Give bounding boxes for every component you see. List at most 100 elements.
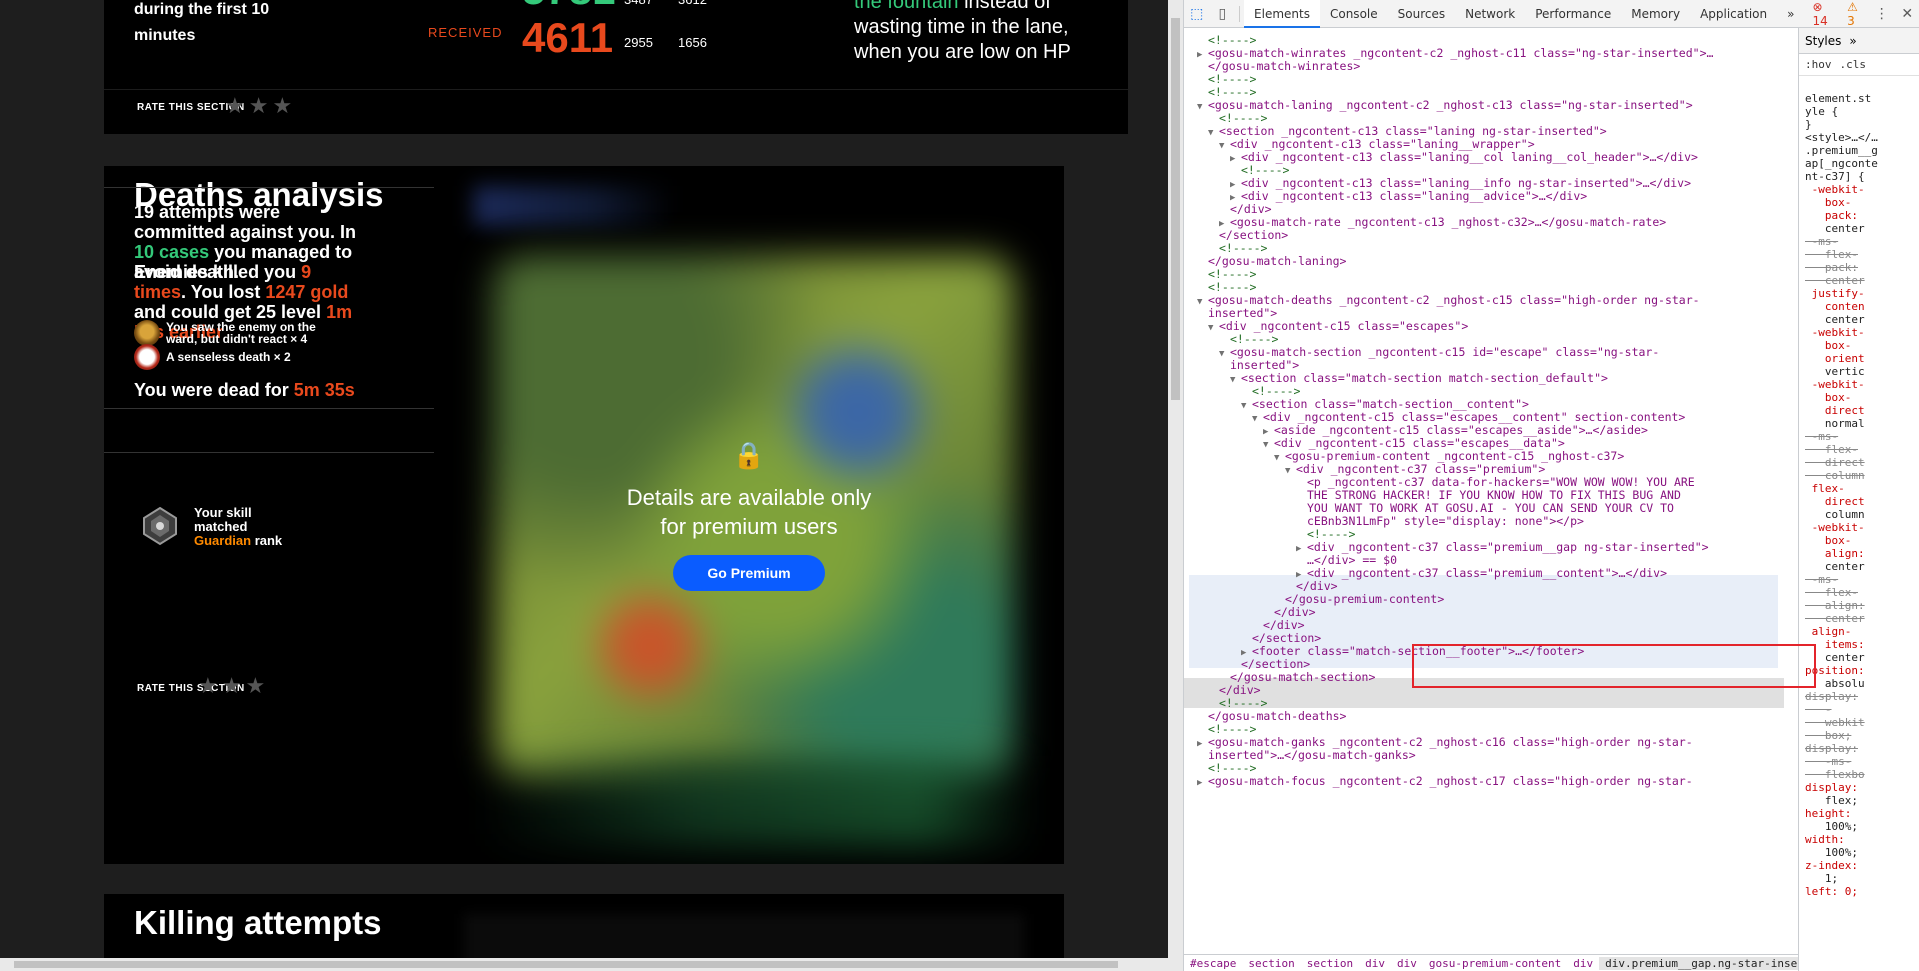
style-rule-line: box-: [1805, 534, 1852, 547]
rating-stars[interactable]: ★ ★ ★: [225, 95, 292, 117]
breadcrumb-item[interactable]: div: [1567, 957, 1599, 970]
tab-memory[interactable]: Memory: [1621, 0, 1690, 28]
laning-left-text: during the first 10 minutes: [134, 0, 269, 48]
breadcrumb-item[interactable]: div: [1391, 957, 1423, 970]
star-icon[interactable]: ★: [198, 675, 218, 697]
star-icon[interactable]: ★: [225, 95, 245, 117]
devtools-toolbar: ⬚ ▯ Elements Console Sources Network Perform…: [1184, 0, 1919, 28]
tab-styles[interactable]: Styles: [1805, 34, 1841, 48]
style-rule-line: -ms-: [1805, 755, 1852, 768]
styles-more-button[interactable]: »: [1849, 34, 1856, 48]
go-premium-button[interactable]: Go Premium: [673, 554, 825, 591]
tab-network[interactable]: Network: [1455, 0, 1525, 28]
expanded-triangle-icon[interactable]: ▼: [1263, 437, 1274, 453]
breadcrumb-item[interactable]: #escape: [1184, 957, 1242, 970]
cls-toggle[interactable]: .cls: [1840, 58, 1867, 71]
close-icon[interactable]: ✕: [1894, 0, 1919, 28]
text: rank: [251, 533, 283, 548]
tab-elements[interactable]: Elements: [1244, 0, 1320, 28]
highlight: 1247 gold: [265, 282, 349, 302]
settings-gear-icon[interactable]: ⋮: [1869, 0, 1895, 28]
text: . You lost: [181, 282, 266, 302]
collapsed-triangle-icon[interactable]: ▶: [1197, 775, 1208, 791]
expanded-triangle-icon[interactable]: ▼: [1208, 125, 1219, 141]
style-rule-line: orient: [1805, 352, 1865, 365]
elements-tree: <!----> ▶ <gosu-match-winrates _ngcontent-…: [1184, 28, 1784, 954]
received-label: RECEIVED: [428, 25, 503, 40]
inspect-element-icon[interactable]: ⬚: [1184, 0, 1210, 28]
reason-ward: You saw the enemy on the ward, but didn'…: [134, 320, 344, 346]
style-rule-line: -ms-: [1805, 430, 1839, 443]
tab-sources[interactable]: Sources: [1388, 0, 1455, 28]
dom-node-line[interactable]: ▶ <div _ngcontent-c13 class="laning__advi…: [1230, 188, 1587, 204]
star-icon[interactable]: ★: [272, 95, 292, 117]
style-rule-line: 1;: [1805, 872, 1839, 885]
expanded-triangle-icon[interactable]: ▼: [1208, 320, 1219, 336]
style-rule-line: 100%;: [1805, 846, 1858, 859]
scroll-thumb[interactable]: [1171, 18, 1180, 400]
style-rule-line: vertic: [1805, 365, 1865, 378]
hov-toggle[interactable]: :hov: [1805, 58, 1832, 71]
style-rule-line: width:: [1805, 833, 1845, 846]
premium-blurred-area: 🔒 Details are available only for premium…: [434, 166, 1064, 864]
style-rule-line: yle {: [1805, 105, 1839, 118]
breadcrumb-item[interactable]: gosu-premium-content: [1423, 957, 1567, 970]
page-horizontal-scrollbar[interactable]: [0, 958, 1183, 971]
web-page: during the first 10 minutes 5781 RECEIVE…: [0, 0, 1168, 958]
style-rule-line: center: [1805, 274, 1865, 287]
style-rule-line: direct: [1805, 495, 1865, 508]
more-tabs-button[interactable]: »: [1777, 0, 1804, 28]
lock-icon: 🔒: [732, 439, 766, 470]
breadcrumb-item[interactable]: section: [1242, 957, 1300, 970]
star-icon[interactable]: ★: [249, 95, 269, 117]
blurred-content: [464, 914, 1024, 958]
expanded-triangle-icon[interactable]: ▼: [1241, 398, 1252, 414]
device-toolbar-icon[interactable]: ▯: [1210, 0, 1236, 28]
advice-highlight: the fountain: [854, 0, 959, 13]
tab-application[interactable]: Application: [1690, 0, 1777, 28]
dom-node-text: <gosu-match-deaths _ngcontent-c2 _nghost…: [1208, 293, 1700, 307]
dom-node-text: <div _ngcontent-c37 class="premium__cont…: [1307, 566, 1668, 580]
expanded-triangle-icon[interactable]: ▼: [1230, 372, 1241, 388]
breadcrumb-item[interactable]: div: [1359, 957, 1391, 970]
style-rule-line: direct: [1805, 456, 1865, 469]
error-count[interactable]: ⊗ 14: [1812, 0, 1841, 28]
star-icon[interactable]: ★: [222, 675, 242, 697]
styles-tabs: Styles »: [1799, 28, 1919, 54]
tab-console[interactable]: Console: [1320, 0, 1388, 28]
style-rule-line: center: [1805, 222, 1865, 235]
stat-bottom-1: 2955: [624, 35, 653, 50]
style-rule-line: left: 0;: [1805, 885, 1858, 898]
dom-node-line[interactable]: ▶ <div _ngcontent-c13 class="laning__col …: [1230, 149, 1698, 165]
rating-stars[interactable]: ★ ★ ★: [198, 675, 265, 697]
style-rule-line: }: [1805, 118, 1812, 131]
expanded-triangle-icon[interactable]: ▼: [1197, 99, 1208, 115]
style-rule-line: box-: [1805, 391, 1852, 404]
expanded-triangle-icon[interactable]: ▼: [1252, 411, 1263, 427]
page-vertical-scrollbar[interactable]: [1168, 0, 1183, 958]
breadcrumb-item[interactable]: section: [1301, 957, 1359, 970]
warning-count-value: 3: [1847, 13, 1855, 28]
breadcrumb-item[interactable]: div.premium__gap.ng-star-inserted: [1599, 956, 1798, 970]
style-rule-line: center: [1805, 560, 1865, 573]
breadcrumb: #escape section section div div gosu-premium-…: [1184, 954, 1798, 971]
tab-performance[interactable]: Performance: [1525, 0, 1621, 28]
expanded-triangle-icon[interactable]: ▼: [1219, 138, 1230, 154]
warning-count[interactable]: ⚠ 3: [1847, 0, 1869, 28]
scroll-thumb[interactable]: [14, 961, 1118, 968]
style-rule-line: display:: [1805, 781, 1858, 794]
dom-node-line[interactable]: ▶ <div _ngcontent-c37 class="premium__con…: [1296, 565, 1667, 581]
style-rule-line: flex-: [1805, 482, 1845, 495]
style-rule-line: flex-: [1805, 443, 1858, 456]
skull-icon: [134, 344, 160, 370]
expanded-triangle-icon[interactable]: ▼: [1274, 450, 1285, 466]
expanded-triangle-icon[interactable]: ▼: [1285, 463, 1296, 479]
reason-text: A senseless death × 2: [166, 350, 291, 364]
dom-node-line[interactable]: ▼ <gosu-match-laning _ngcontent-c2 _nghos…: [1197, 97, 1693, 113]
star-icon[interactable]: ★: [245, 675, 265, 697]
error-count-value: 14: [1812, 13, 1828, 28]
style-rule-line: normal: [1805, 417, 1865, 430]
style-rule-line: -ms-: [1805, 573, 1839, 586]
style-rule-line: flex-: [1805, 248, 1858, 261]
dom-node-line[interactable]: ▶ <gosu-match-focus _ngcontent-c2 _nghost…: [1197, 773, 1693, 789]
